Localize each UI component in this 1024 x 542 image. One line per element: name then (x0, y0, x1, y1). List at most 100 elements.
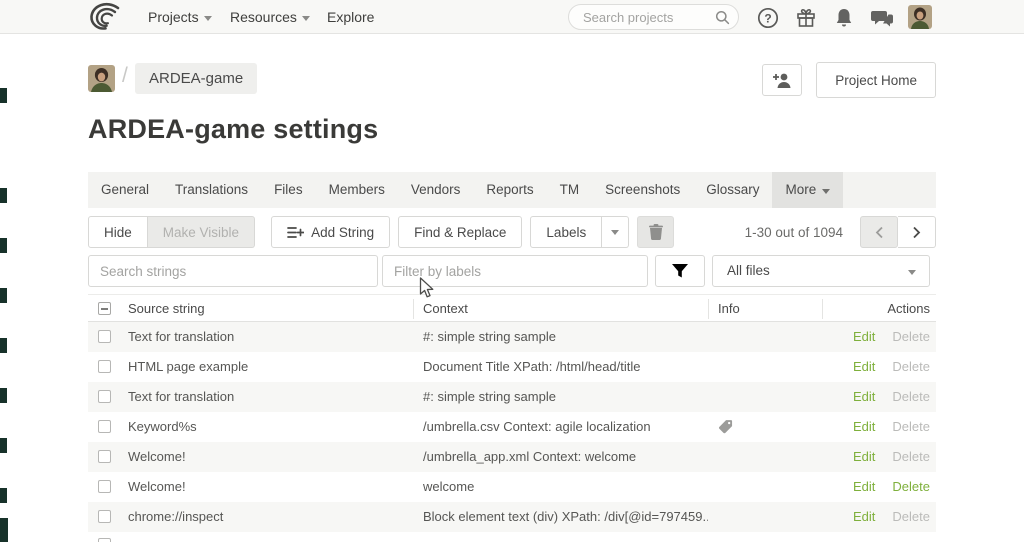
breadcrumb-project[interactable]: ARDEA-game (135, 63, 257, 94)
context-text: welcome (423, 472, 708, 502)
notifications-bell-icon[interactable] (832, 6, 856, 30)
delete-link[interactable]: Delete (892, 419, 930, 434)
row-checkbox[interactable] (98, 390, 111, 403)
tab-label: Members (329, 182, 385, 197)
delete-link[interactable]: Delete (892, 359, 930, 374)
tab-general[interactable]: General (88, 172, 162, 208)
nav-resources[interactable]: Resources (230, 0, 310, 34)
breadcrumb: / ARDEA-game Project Home (88, 62, 936, 98)
invite-member-button[interactable] (762, 64, 802, 96)
chevron-down-icon (204, 16, 212, 21)
next-page-button[interactable] (898, 216, 936, 248)
edge-marker (0, 388, 7, 403)
nav-resources-label: Resources (230, 9, 297, 25)
table-row: Text for translation #: simple string sa… (88, 382, 936, 412)
labels-dropdown-button[interactable] (602, 216, 629, 248)
delete-link[interactable]: Delete (892, 389, 930, 404)
select-all-checkbox[interactable] (98, 302, 111, 315)
edge-marker (0, 488, 7, 503)
row-checkbox[interactable] (98, 450, 111, 463)
hide-button[interactable]: Hide (88, 216, 148, 248)
chevron-left-icon (875, 226, 884, 239)
row-checkbox[interactable] (98, 480, 111, 493)
find-replace-button[interactable]: Find & Replace (398, 216, 522, 248)
tab-label: TM (560, 182, 580, 197)
tab-more[interactable]: More (772, 172, 843, 208)
tab-label: General (101, 182, 149, 197)
messages-icon[interactable] (870, 6, 894, 30)
filter-labels-input[interactable] (382, 255, 648, 287)
project-avatar[interactable] (88, 65, 115, 92)
strings-toolbar: Hide Make Visible Add String Find & Repl… (88, 216, 936, 248)
delete-link[interactable]: Delete (892, 509, 930, 524)
gift-icon[interactable] (794, 6, 818, 30)
tab-label: More (785, 182, 816, 197)
labels-button[interactable]: Labels (530, 216, 602, 248)
edit-link[interactable]: Edit (853, 329, 875, 344)
tab-label: Vendors (411, 182, 461, 197)
edit-link[interactable]: Edit (853, 449, 875, 464)
tab-vendors[interactable]: Vendors (398, 172, 474, 208)
project-home-button[interactable]: Project Home (816, 62, 936, 98)
nav-projects[interactable]: Projects (148, 0, 212, 34)
nav-projects-label: Projects (148, 9, 199, 25)
row-checkbox[interactable] (98, 330, 111, 343)
tab-members[interactable]: Members (316, 172, 398, 208)
pagination-info: 1-30 out of 1094 (745, 225, 843, 240)
delete-link[interactable]: Delete (892, 479, 930, 494)
column-context: Context (423, 295, 468, 323)
prev-page-button[interactable] (860, 216, 898, 248)
delete-link[interactable]: Delete (892, 329, 930, 344)
tab-screenshots[interactable]: Screenshots (592, 172, 693, 208)
tab-glossary[interactable]: Glossary (693, 172, 772, 208)
user-avatar[interactable] (908, 5, 932, 29)
tab-reports[interactable]: Reports (473, 172, 546, 208)
projects-search-input[interactable] (583, 5, 713, 29)
add-string-button[interactable]: Add String (271, 216, 390, 248)
filter-button[interactable] (655, 255, 705, 287)
delete-strings-button[interactable] (637, 216, 674, 248)
row-checkbox[interactable] (98, 510, 111, 523)
app-window: Projects Resources Explore ? (0, 0, 1024, 542)
edit-link[interactable]: Edit (853, 359, 875, 374)
source-string-text[interactable]: chrome://inspect (128, 502, 418, 532)
tab-translations[interactable]: Translations (162, 172, 261, 208)
row-checkbox[interactable] (98, 420, 111, 433)
source-string-text[interactable]: Text for translation (128, 382, 418, 412)
table-row: Welcome! welcome Edit Delete (88, 472, 936, 502)
edit-link[interactable]: Edit (853, 479, 875, 494)
info-cell (718, 419, 818, 434)
edit-link[interactable]: Edit (853, 509, 875, 524)
edit-link[interactable]: Edit (853, 419, 875, 434)
source-string-text[interactable]: Text for translation (128, 322, 418, 352)
chevron-down-icon (908, 270, 916, 275)
tab-label: Files (274, 182, 303, 197)
nav-explore[interactable]: Explore (327, 0, 374, 34)
context-text: Block element text (div) XPath: /div[@id… (423, 502, 708, 532)
search-strings-input[interactable] (88, 255, 378, 287)
tab-tm[interactable]: TM (547, 172, 593, 208)
make-visible-button[interactable]: Make Visible (148, 216, 255, 248)
chevron-down-icon (822, 189, 830, 194)
tab-files[interactable]: Files (261, 172, 316, 208)
chevron-down-icon (611, 230, 619, 235)
file-filter-value: All files (727, 263, 770, 278)
source-string-text[interactable]: Welcome! (128, 472, 418, 502)
column-divider (413, 299, 414, 319)
help-icon[interactable]: ? (756, 6, 780, 30)
edit-link[interactable]: Edit (853, 389, 875, 404)
table-row: chrome://inspect Block element text (div… (88, 502, 936, 532)
context-text: Document Title XPath: /html/head/title (423, 352, 708, 382)
source-string-text[interactable]: Keyword%s (128, 412, 418, 442)
delete-link[interactable]: Delete (892, 449, 930, 464)
source-string-text[interactable]: Welcome! (128, 442, 418, 472)
row-checkbox[interactable] (98, 360, 111, 373)
column-source-string: Source string (128, 295, 205, 323)
search-icon[interactable] (715, 10, 730, 25)
file-filter-select[interactable]: All files (712, 255, 930, 287)
row-checkbox[interactable] (98, 538, 111, 542)
source-string-text[interactable]: HTML page example (128, 352, 418, 382)
app-logo-icon[interactable] (86, 2, 124, 32)
context-text: #: simple string sample (423, 322, 708, 352)
table-body: Text for translation #: simple string sa… (88, 322, 936, 532)
